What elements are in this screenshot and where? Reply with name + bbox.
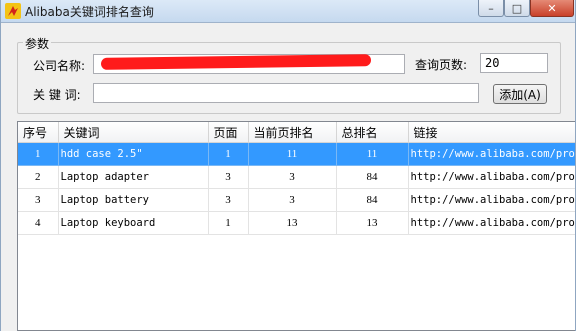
cell-link[interactable]: http://www.alibaba.com/pro: [408, 188, 575, 212]
cell-no: 1: [18, 142, 59, 166]
cell-total-rank: 11: [336, 142, 409, 166]
title-bar[interactable]: Alibaba关键词排名查询 – □ ✕: [1, 0, 575, 23]
cell-current-rank: 3: [248, 188, 337, 212]
cell-current-rank: 13: [248, 211, 337, 235]
cell-link[interactable]: http://www.alibaba.com/pro: [408, 165, 575, 189]
company-name-label: 公司名称:: [33, 59, 86, 73]
cell-total-rank: 84: [336, 165, 409, 189]
column-header-total-rank[interactable]: 总排名: [336, 122, 409, 143]
keyword-input[interactable]: [93, 83, 479, 103]
cell-keyword: Laptop keyboard: [58, 211, 209, 235]
window-title: Alibaba关键词排名查询: [25, 5, 154, 19]
app-icon: [5, 3, 21, 19]
pages-label: 查询页数:: [415, 58, 468, 72]
column-header-current-rank[interactable]: 当前页排名: [248, 122, 337, 143]
cell-keyword: hdd case 2.5": [58, 142, 209, 166]
maximize-button[interactable]: □: [504, 0, 530, 17]
cell-link[interactable]: http://www.alibaba.com/pro: [408, 142, 575, 166]
cell-current-rank: 3: [248, 165, 337, 189]
cell-no: 2: [18, 165, 59, 189]
cell-current-rank: 11: [248, 142, 337, 166]
results-grid[interactable]: 序号 关键词 页面 当前页排名 总排名 链接 1 hdd case 2.5" 1…: [17, 121, 575, 331]
column-header-keyword[interactable]: 关键词: [58, 122, 209, 143]
keyword-label: 关 键 词:: [33, 88, 81, 102]
table-row[interactable]: 2 Laptop adapter 3 3 84 http://www.aliba…: [18, 165, 575, 189]
cell-keyword: Laptop adapter: [58, 165, 209, 189]
column-header-no[interactable]: 序号: [18, 122, 59, 143]
column-header-page[interactable]: 页面: [208, 122, 249, 143]
cell-keyword: Laptop battery: [58, 188, 209, 212]
pages-field[interactable]: 20: [480, 53, 548, 73]
cell-page: 3: [208, 188, 249, 212]
grid-header-row: 序号 关键词 页面 当前页排名 总排名 链接: [18, 122, 575, 143]
table-row[interactable]: 3 Laptop battery 3 3 84 http://www.aliba…: [18, 188, 575, 212]
cell-page: 3: [208, 165, 249, 189]
minimize-button[interactable]: –: [478, 0, 504, 17]
add-button[interactable]: 添加(A): [493, 84, 547, 104]
close-button[interactable]: ✕: [530, 0, 574, 17]
table-row[interactable]: 4 Laptop keyboard 1 13 13 http://www.ali…: [18, 211, 575, 235]
cell-link[interactable]: http://www.alibaba.com/pro: [408, 211, 575, 235]
cell-page: 1: [208, 142, 249, 166]
column-header-link[interactable]: 链接: [408, 122, 575, 143]
cell-page: 1: [208, 211, 249, 235]
app-window: Alibaba关键词排名查询 – □ ✕ 参数 公司名称: -- 查询页数: 2…: [0, 0, 576, 331]
cell-total-rank: 13: [336, 211, 409, 235]
table-row[interactable]: 1 hdd case 2.5" 1 11 11 http://www.aliba…: [18, 142, 575, 166]
cell-no: 3: [18, 188, 59, 212]
cell-no: 4: [18, 211, 59, 235]
params-group-label: 参数: [23, 35, 52, 52]
cell-total-rank: 84: [336, 188, 409, 212]
